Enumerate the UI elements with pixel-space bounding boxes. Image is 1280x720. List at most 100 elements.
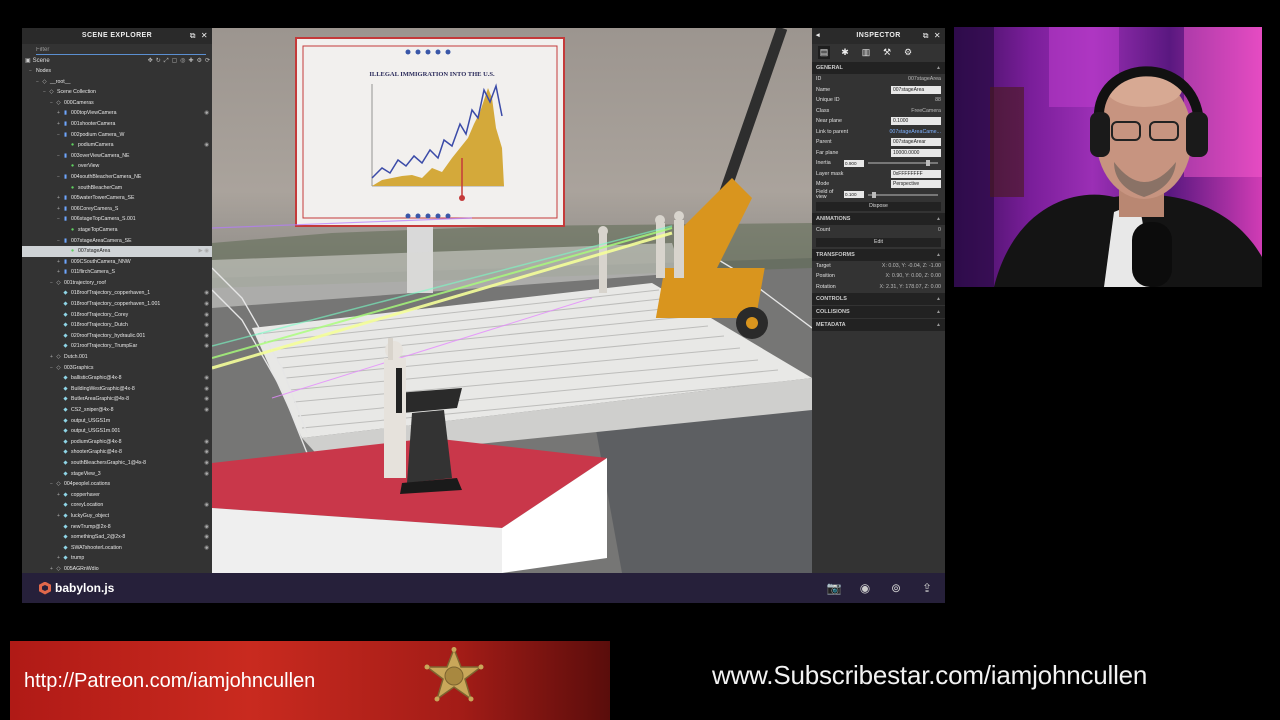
near-plane-input[interactable]: 0.1000 (891, 117, 941, 126)
refresh-icon[interactable]: ⟳ (205, 56, 210, 66)
general-section-header[interactable]: GENERAL (812, 62, 945, 74)
tree-item[interactable]: + ◆ luckyGuy_object (22, 511, 212, 522)
tree-item[interactable]: + ▮ 000topViewCamera ◉ (22, 108, 212, 119)
tree-item[interactable]: ◆ BuildingWestGraphic@4x-8 ◉ (22, 384, 212, 395)
move-gizmo-icon[interactable]: ✥ (148, 56, 153, 66)
tree-item[interactable]: ● 007stageArea ▶ ◉ (22, 246, 212, 257)
tree-item[interactable]: ◆ output_USGS1m (22, 416, 212, 427)
inspector-back-icon[interactable]: ◂ (816, 28, 820, 44)
tree-item[interactable]: ◆ 018roofTrajectory_copperhaven_1 ◉ (22, 288, 212, 299)
collapse-icon[interactable]: − (48, 98, 55, 109)
record-icon[interactable]: ◉ (857, 581, 873, 595)
visibility-eye-icon[interactable]: ◉ (204, 394, 209, 405)
tree-item[interactable]: ◆ ballisticGraphic@4x-8 ◉ (22, 373, 212, 384)
collapse-icon[interactable]: − (34, 77, 41, 88)
tree-item[interactable]: ◆ 020roofTrajectory_hydraulic.001 ◉ (22, 331, 212, 342)
tree-item[interactable]: − ▮ 004southBleacherCamera_NE (22, 172, 212, 183)
subscribestar-url[interactable]: www.Subscribestar.com/iamjohncullen (712, 660, 1147, 691)
expand-icon[interactable]: + (48, 352, 55, 363)
collisions-section-header[interactable]: COLLISIONS (812, 306, 945, 318)
tree-item[interactable]: ◆ 018roofTrajectory_Corey ◉ (22, 310, 212, 321)
visibility-eye-icon[interactable]: ◉ (204, 469, 209, 480)
expand-icon[interactable]: + (55, 511, 62, 522)
collapse-icon[interactable]: − (55, 214, 62, 225)
tree-item[interactable]: ● southBleacherCam (22, 183, 212, 194)
metadata-section-header[interactable]: METADATA (812, 319, 945, 331)
tree-item[interactable]: − ◇ 000Cameras (22, 98, 212, 109)
collapse-icon[interactable]: − (55, 151, 62, 162)
layer-mask-input[interactable]: 0xFFFFFFFF (891, 169, 941, 178)
tree-item[interactable]: ◆ southBleachersGraphic_1@4x-8 ◉ (22, 458, 212, 469)
tree-item[interactable]: − ◇ __root__ (22, 77, 212, 88)
3d-viewport[interactable]: ILLEGAL IMMIGRATION INTO THE U.S. (212, 28, 812, 573)
tree-item[interactable]: − ◇ Scene Collection (22, 87, 212, 98)
visibility-eye-icon[interactable]: ▶ ◉ (198, 246, 209, 257)
tree-item[interactable]: ● stageTopCamera (22, 225, 212, 236)
tree-item[interactable]: ◆ podiumGraphic@4x-8 ◉ (22, 437, 212, 448)
collapse-icon[interactable]: − (48, 278, 55, 289)
tree-item[interactable]: + ▮ 009CSouthCamera_NNW (22, 257, 212, 268)
controls-section-header[interactable]: CONTROLS (812, 293, 945, 305)
tree-item[interactable]: + ▮ 011flirchCamera_S (22, 267, 212, 278)
parent-link[interactable]: 007stageAreaCame... (889, 129, 941, 135)
animations-section-header[interactable]: ANIMATIONS (812, 213, 945, 225)
picking-icon[interactable]: ✚ (189, 56, 194, 66)
collapse-icon[interactable]: − (41, 87, 48, 98)
visibility-eye-icon[interactable]: ◉ (204, 288, 209, 299)
tree-item[interactable]: − ▮ 007stageAreaCamera_SE (22, 236, 212, 247)
tree-item[interactable]: + ◇ Dutch.001 (22, 352, 212, 363)
visibility-eye-icon[interactable]: ◉ (204, 522, 209, 533)
tree-item[interactable]: ◆ coreyLocation ◉ (22, 500, 212, 511)
tree-item[interactable]: ◆ CS2_sniper@4x-8 ◉ (22, 405, 212, 416)
expand-icon[interactable]: + (55, 119, 62, 130)
visibility-eye-icon[interactable]: ◉ (204, 405, 209, 416)
expand-icon[interactable]: + (55, 267, 62, 278)
fov-slider[interactable] (868, 191, 938, 198)
far-plane-input[interactable]: 10000.0000 (891, 148, 941, 157)
visibility-eye-icon[interactable]: ◉ (204, 108, 209, 119)
visibility-eye-icon[interactable]: ◉ (204, 373, 209, 384)
tree-item[interactable]: − ◇ 004peoplel.ocations (22, 479, 212, 490)
visibility-eye-icon[interactable]: ◉ (204, 447, 209, 458)
tree-item[interactable]: ◆ newTrump@2x-8 ◉ (22, 522, 212, 533)
visibility-eye-icon[interactable]: ◉ (204, 299, 209, 310)
collapse-icon[interactable]: − (55, 130, 62, 141)
tree-item[interactable]: ● podiumCamera ◉ (22, 140, 212, 151)
tree-item[interactable]: ◆ 018roofTrajectory_Dutch ◉ (22, 320, 212, 331)
expand-icon[interactable]: + (55, 193, 62, 204)
visibility-eye-icon[interactable]: ◉ (204, 341, 209, 352)
vr-icon[interactable]: ⊚ (888, 581, 904, 595)
inertia-slider[interactable] (868, 160, 938, 167)
expand-icon[interactable]: + (55, 108, 62, 119)
edit-button[interactable]: Edit (816, 237, 941, 247)
filter-input[interactable] (36, 46, 206, 55)
popout-icon[interactable]: ⧉ (190, 28, 196, 44)
visibility-eye-icon[interactable]: ◉ (204, 384, 209, 395)
expand-icon[interactable]: + (55, 204, 62, 215)
world-icon[interactable]: ◎ (180, 56, 185, 66)
tree-item[interactable]: ◆ 018roofTrajectory_copperhaven_1.001 ◉ (22, 299, 212, 310)
tree-item[interactable]: ◆ somethingSad_2@2x-8 ◉ (22, 532, 212, 543)
rotate-gizmo-icon[interactable]: ↻ (156, 56, 161, 66)
name-input[interactable]: 007stageArea (891, 85, 941, 94)
expand-icon[interactable]: + (55, 553, 62, 564)
transforms-section-header[interactable]: TRANSFORMS (812, 248, 945, 261)
visibility-eye-icon[interactable]: ◉ (204, 543, 209, 554)
tree-item[interactable]: ◆ ButlerAreaGraphic@4x-8 ◉ (22, 394, 212, 405)
popout-icon[interactable]: ⧉ (923, 28, 929, 44)
visibility-eye-icon[interactable]: ◉ (204, 532, 209, 543)
collapse-icon[interactable]: − (48, 363, 55, 374)
scale-gizmo-icon[interactable]: ⤢ (164, 56, 169, 66)
settings-icon[interactable]: ⚙ (197, 56, 202, 66)
visibility-eye-icon[interactable]: ◉ (204, 320, 209, 331)
tree-item[interactable]: + ▮ 001shooterCamera (22, 119, 212, 130)
expand-icon[interactable]: + (55, 490, 62, 501)
tree-item[interactable]: ◆ output_USGS1m.001 (22, 426, 212, 437)
upload-icon[interactable]: ⇪ (919, 581, 935, 595)
expand-icon[interactable]: + (55, 257, 62, 268)
close-icon[interactable]: ✕ (934, 28, 941, 44)
debug-tab-icon[interactable]: ✱ (839, 46, 851, 59)
camera-icon[interactable]: 📷 (826, 581, 842, 595)
tools-tab-icon[interactable]: ⚒ (881, 46, 893, 59)
tree-item[interactable]: − Nodes (22, 66, 212, 77)
